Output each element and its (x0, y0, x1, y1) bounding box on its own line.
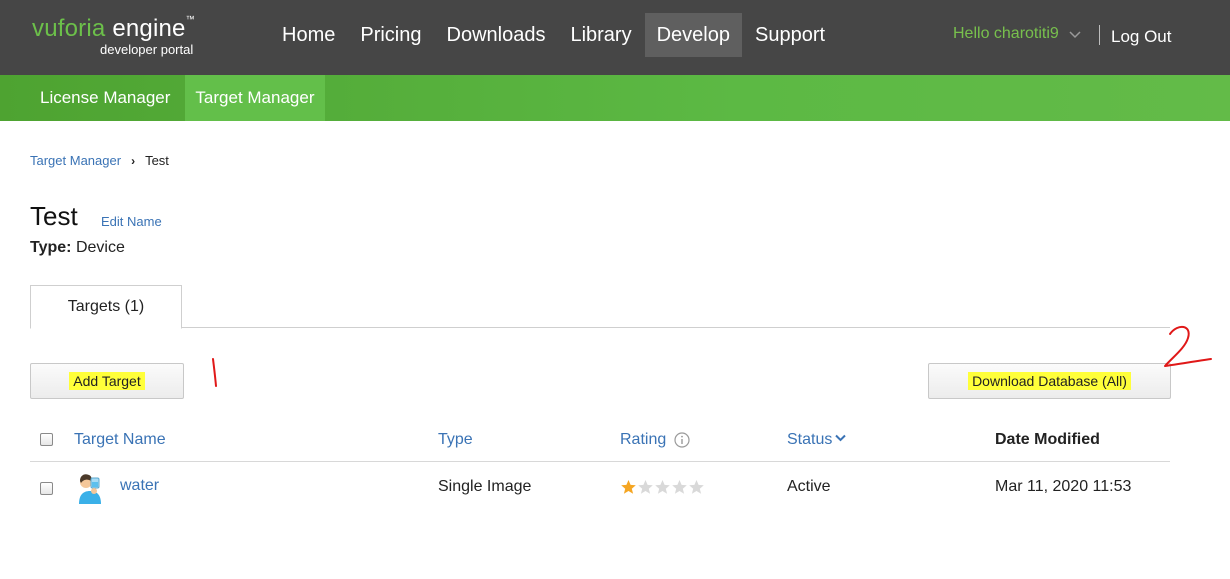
target-name-link[interactable]: water (120, 477, 159, 495)
star-empty-icon (655, 480, 670, 494)
column-target-name[interactable]: Target Name (74, 431, 166, 449)
column-status[interactable]: Status (787, 431, 847, 449)
top-header: vuforia engine™ developer portal Home Pr… (0, 0, 1230, 75)
type-label: Type: (30, 239, 72, 256)
annotation-number-2 (1164, 326, 1212, 367)
nav-support[interactable]: Support (743, 13, 837, 57)
table-header-divider (30, 461, 1170, 462)
target-type: Single Image (438, 478, 532, 495)
nav-pricing[interactable]: Pricing (348, 13, 433, 57)
star-empty-icon (672, 480, 687, 494)
annotation-number-1 (212, 358, 217, 387)
nav-home[interactable]: Home (270, 13, 347, 57)
type-value: Device (75, 239, 125, 256)
add-target-button[interactable]: Add Target (30, 363, 184, 399)
nav-downloads[interactable]: Downloads (435, 13, 558, 57)
star-filled-icon (621, 480, 636, 494)
add-target-label: Add Target (69, 372, 145, 390)
subnav-license-manager[interactable]: License Manager (0, 75, 185, 121)
user-greeting: Hello charotiti9 (953, 25, 1059, 42)
info-icon[interactable] (674, 432, 690, 448)
select-all-checkbox[interactable] (40, 433, 53, 446)
download-database-label: Download Database (All) (968, 372, 1131, 390)
column-rating[interactable]: Rating (620, 431, 666, 449)
breadcrumb: Target Manager › Test (30, 153, 169, 168)
chevron-right-icon: › (131, 153, 136, 168)
breadcrumb-target-manager[interactable]: Target Manager (30, 153, 121, 168)
page-title: Test (30, 201, 78, 231)
vuforia-logo[interactable]: vuforia engine™ developer portal (32, 14, 212, 64)
edit-name-link[interactable]: Edit Name (101, 214, 162, 229)
download-database-button[interactable]: Download Database (All) (928, 363, 1171, 399)
nav-develop[interactable]: Develop (644, 13, 742, 57)
database-type: Type: Device (30, 239, 125, 257)
chevron-down-icon (1069, 31, 1081, 39)
date-modified: Mar 11, 2020 11:53 (995, 478, 1132, 495)
star-empty-icon (689, 480, 704, 494)
sub-nav: License Manager Target Manager (0, 75, 1230, 121)
subnav-target-manager[interactable]: Target Manager (185, 75, 325, 121)
tab-targets[interactable]: Targets (1) (30, 285, 182, 329)
chevron-down-icon (835, 434, 847, 442)
water-drinking-thumbnail[interactable] (73, 471, 106, 504)
user-menu[interactable]: Hello charotiti9 (953, 25, 1081, 43)
status-badge: Active (787, 478, 831, 495)
nav-library[interactable]: Library (558, 13, 643, 57)
tab-baseline (30, 327, 1170, 328)
rating-stars (620, 479, 705, 495)
main-nav: Home Pricing Downloads Library Develop S… (270, 13, 838, 57)
logout-link[interactable]: Log Out (1111, 27, 1172, 47)
logo-wordmark: vuforia engine™ (32, 14, 195, 42)
row-checkbox[interactable] (40, 482, 53, 495)
breadcrumb-current: Test (145, 153, 169, 168)
star-empty-icon (638, 480, 653, 494)
logo-subtitle: developer portal (100, 42, 194, 57)
column-status-label: Status (787, 431, 833, 448)
column-type[interactable]: Type (438, 431, 473, 449)
header-divider (1099, 25, 1100, 45)
column-date-modified[interactable]: Date Modified (995, 431, 1100, 449)
